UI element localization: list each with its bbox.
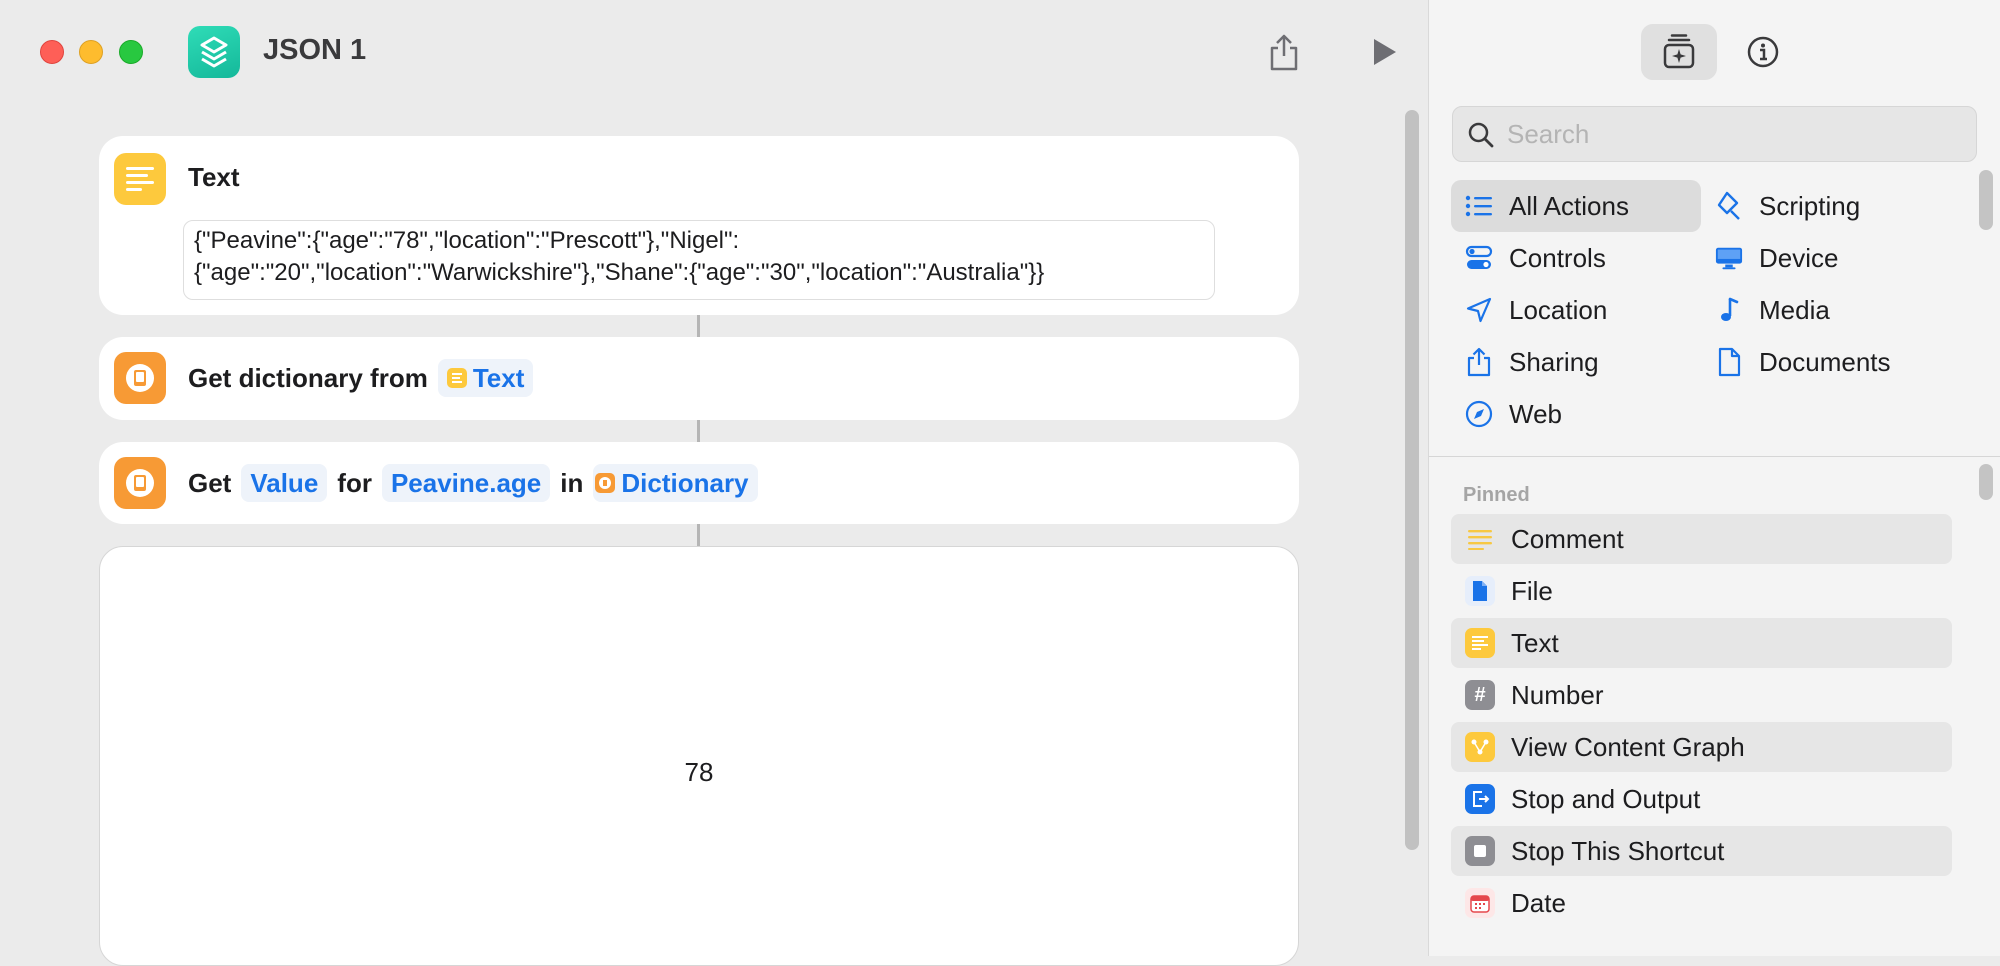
action-connector [697, 524, 700, 546]
pinned-date[interactable]: Date [1451, 878, 1952, 928]
value-parameter-token[interactable]: Value [241, 464, 328, 502]
graph-icon [1465, 732, 1495, 762]
dictionary-icon [595, 473, 616, 493]
pinned-comment[interactable]: Comment [1451, 514, 1952, 564]
location-arrow-icon [1465, 296, 1493, 324]
document-icon [1715, 347, 1743, 377]
display-icon [1715, 244, 1743, 272]
action-connector [697, 315, 700, 337]
category-sharing[interactable]: Sharing [1451, 336, 1701, 388]
play-icon [1374, 39, 1396, 65]
pinned-file[interactable]: File [1451, 566, 1952, 616]
info-tab[interactable] [1735, 24, 1791, 80]
get-dictionary-action-card[interactable]: Get dictionary from Text [99, 337, 1299, 420]
output-icon [1465, 784, 1495, 814]
compass-icon [1465, 400, 1493, 428]
text-lines-icon [126, 167, 154, 191]
dictionary-action-icon [114, 352, 166, 404]
get-value-row: Get Value for Peavine.age in Dictionary [188, 463, 758, 503]
action-library-tab[interactable] [1641, 24, 1717, 80]
action-connector [697, 420, 700, 442]
layers-icon [200, 36, 228, 68]
get-label: Get [188, 467, 232, 498]
pinned-view-content-graph[interactable]: View Content Graph [1451, 722, 1952, 772]
text-variable-token[interactable]: Text [437, 359, 534, 397]
music-note-icon [1715, 296, 1743, 324]
minimize-window-button[interactable] [79, 40, 103, 64]
categories-scrollbar-thumb[interactable] [1979, 170, 1993, 230]
hash-icon: # [1465, 680, 1495, 710]
get-dictionary-row: Get dictionary from Text [188, 358, 534, 398]
zoom-window-button[interactable] [119, 40, 143, 64]
pinned-stop-this-shortcut[interactable]: Stop This Shortcut [1451, 826, 1952, 876]
text-lines-icon [446, 368, 467, 388]
window-title: JSON 1 [263, 34, 367, 66]
toggle-icon [1465, 244, 1493, 272]
key-parameter-token[interactable]: Peavine.age [381, 464, 551, 502]
info-icon [1747, 36, 1779, 68]
dictionary-variable-token[interactable]: Dictionary [593, 464, 758, 502]
scripting-icon [1715, 191, 1743, 220]
file-icon [1465, 576, 1495, 606]
run-button[interactable] [1360, 28, 1408, 76]
close-window-button[interactable] [40, 40, 64, 64]
text-content-field[interactable]: {"Peavine":{"age":"78","location":"Presc… [183, 220, 1215, 300]
search-input[interactable] [1507, 107, 1957, 161]
pinned-text[interactable]: Text [1451, 618, 1952, 668]
category-documents[interactable]: Documents [1701, 336, 1951, 388]
dictionary-action-icon [114, 457, 166, 509]
title-bar: JSON 1 [0, 0, 1428, 104]
shortcut-app-icon[interactable] [188, 26, 240, 78]
category-scripting[interactable]: Scripting [1701, 180, 1951, 232]
dictionary-icon [126, 469, 154, 497]
calendar-icon [1465, 888, 1495, 918]
shortcut-editor: JSON 1 Text {"Peavine":{"age":"78","loca… [0, 0, 1428, 966]
share-icon [1465, 347, 1493, 377]
text-lines-icon [1465, 628, 1495, 658]
pinned-stop-and-output[interactable]: Stop and Output [1451, 774, 1952, 824]
search-icon [1468, 122, 1494, 148]
text-action-card[interactable]: Text {"Peavine":{"age":"78","location":"… [99, 136, 1299, 315]
result-preview-card: 78 [99, 546, 1299, 966]
category-web[interactable]: Web [1451, 388, 1701, 440]
category-controls[interactable]: Controls [1451, 232, 1701, 284]
editor-scrollbar-thumb[interactable] [1405, 110, 1419, 850]
pinned-number[interactable]: # Number [1451, 670, 1952, 720]
action-library-sidebar: All Actions Scripting Controls Device Lo… [1428, 0, 2000, 956]
text-action-icon [114, 153, 166, 205]
for-label: for [337, 467, 372, 498]
get-value-action-card[interactable]: Get Value for Peavine.age in Dictionary [99, 442, 1299, 524]
category-all-actions[interactable]: All Actions [1451, 180, 1701, 232]
result-value: 78 [684, 757, 714, 787]
pinned-section-header: Pinned [1463, 484, 1530, 506]
get-dictionary-label: Get dictionary from [188, 362, 428, 393]
sidebar-divider [1429, 456, 2000, 457]
share-icon [1270, 34, 1298, 71]
comment-lines-icon [1465, 524, 1495, 554]
action-search-box[interactable] [1452, 106, 1977, 162]
share-button[interactable] [1260, 28, 1308, 76]
text-action-title: Text [188, 162, 240, 192]
list-icon [1465, 192, 1493, 220]
in-label: in [560, 467, 584, 498]
category-location[interactable]: Location [1451, 284, 1701, 336]
pinned-scrollbar-thumb[interactable] [1979, 464, 1993, 500]
category-device[interactable]: Device [1701, 232, 1951, 284]
library-sparkle-icon [1663, 34, 1695, 69]
stop-icon [1465, 836, 1495, 866]
dictionary-icon [126, 364, 154, 392]
category-media[interactable]: Media [1701, 284, 1951, 336]
